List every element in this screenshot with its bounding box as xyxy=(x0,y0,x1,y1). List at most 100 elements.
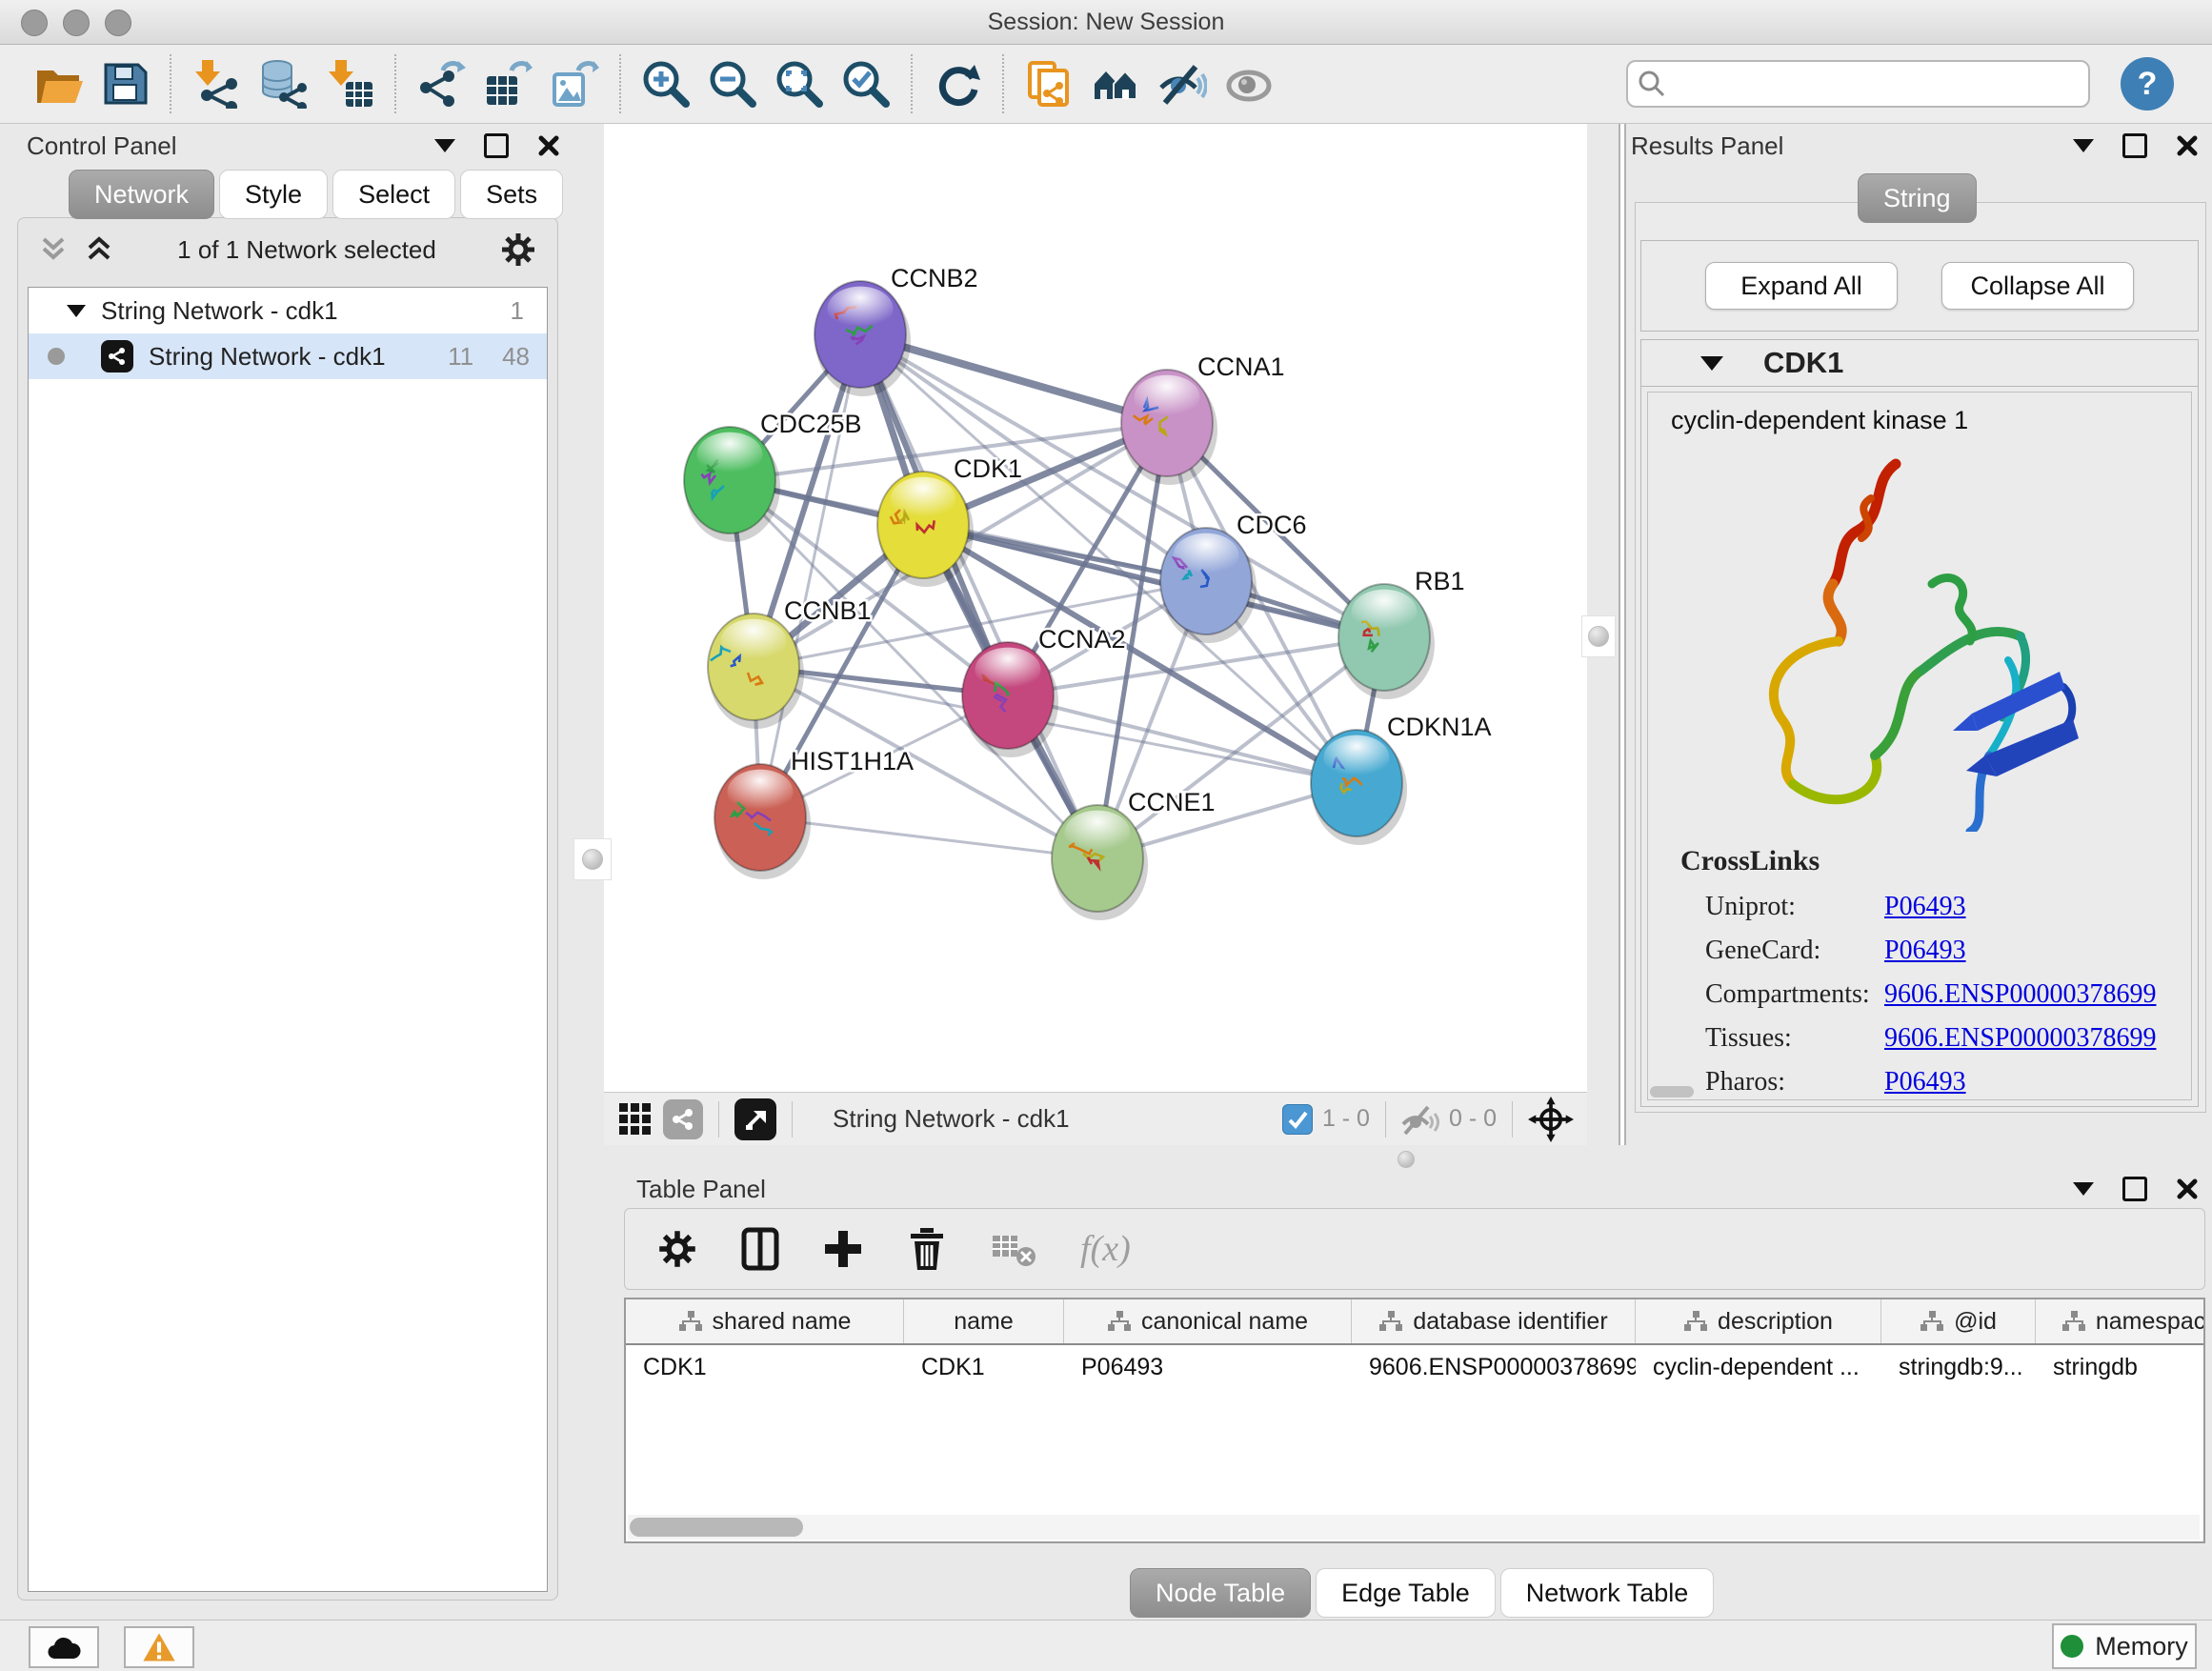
grid-view-icon[interactable] xyxy=(617,1101,654,1137)
panel-close-icon[interactable] xyxy=(2176,134,2199,157)
table-row[interactable]: CDK1CDK1P064939606.ENSP00000378699cyclin… xyxy=(626,1345,2205,1389)
edge-CCNA2-CDKN1A[interactable] xyxy=(1008,695,1357,783)
results-tab-string[interactable]: String xyxy=(1858,173,1981,223)
column-header-name[interactable]: name xyxy=(904,1299,1064,1343)
crosslink-link[interactable]: 9606.ENSP00000378699 xyxy=(1884,1023,2156,1054)
horizontal-splitter-handle[interactable] xyxy=(1387,1149,1425,1170)
column-header--id[interactable]: @id xyxy=(1881,1299,2036,1343)
import-database-icon[interactable] xyxy=(250,50,316,117)
network-canvas[interactable]: CCNB2CCNA1CDC25BCDK1CDC6RB1CCNB1CCNA2CDK… xyxy=(604,124,1587,1092)
table-cell[interactable]: 9606.ENSP00000378699 xyxy=(1352,1345,1636,1389)
zoom-in-icon[interactable] xyxy=(633,50,699,117)
help-icon[interactable]: ? xyxy=(2121,57,2174,111)
tab-style[interactable]: Style xyxy=(219,170,328,219)
export-network-icon[interactable] xyxy=(408,50,474,117)
panel-float-icon[interactable] xyxy=(2122,133,2147,158)
zoom-selected-icon[interactable] xyxy=(833,50,899,117)
node-HIST1H1A[interactable] xyxy=(714,764,811,879)
import-table-icon[interactable] xyxy=(316,50,383,117)
column-header-shared-name[interactable]: shared name xyxy=(626,1299,904,1343)
pan-crosshair-icon[interactable] xyxy=(1528,1097,1574,1142)
node-CDC25B[interactable] xyxy=(684,427,780,542)
results-scrollbar[interactable] xyxy=(1650,1086,1694,1097)
delete-column-icon[interactable] xyxy=(907,1227,947,1271)
node-CCNB1[interactable] xyxy=(708,614,804,729)
show-columns-icon[interactable] xyxy=(741,1227,779,1271)
table-cell[interactable]: stringdb xyxy=(2036,1345,2205,1389)
gene-section-header[interactable]: CDK1 xyxy=(1641,340,2198,387)
edge-CCNB2-HIST1H1A[interactable] xyxy=(760,334,860,817)
edge-CCNB2-CCNE1[interactable] xyxy=(860,334,1097,858)
tab-node-table[interactable]: Node Table xyxy=(1130,1568,1311,1618)
network-row[interactable]: String Network - cdk1 11 48 xyxy=(29,333,547,379)
crosslink-link[interactable]: P06493 xyxy=(1884,892,1966,922)
tab-network[interactable]: Network xyxy=(69,170,214,219)
table-cell[interactable]: cyclin-dependent ... xyxy=(1636,1345,1881,1389)
panel-menu-icon[interactable] xyxy=(434,139,455,152)
refresh-icon[interactable] xyxy=(924,50,991,117)
crosslink-link[interactable]: 9606.ENSP00000378699 xyxy=(1884,979,2156,1010)
hide-selected-icon[interactable] xyxy=(1149,50,1216,117)
network-collection-row[interactable]: String Network - cdk1 1 xyxy=(29,288,547,333)
save-session-icon[interactable] xyxy=(91,50,158,117)
delete-table-icon[interactable] xyxy=(991,1230,1036,1268)
tree-expander-icon[interactable] xyxy=(67,305,86,317)
table-cell[interactable]: P06493 xyxy=(1064,1345,1352,1389)
column-header-description[interactable]: description xyxy=(1636,1299,1881,1343)
section-collapse-icon[interactable] xyxy=(1700,356,1723,371)
tab-sets[interactable]: Sets xyxy=(460,170,563,219)
crosslink-link[interactable]: P06493 xyxy=(1884,1067,1966,1097)
column-header-namespace[interactable]: namespace xyxy=(2036,1299,2205,1343)
show-all-icon[interactable] xyxy=(1216,50,1282,117)
panel-menu-icon[interactable] xyxy=(2073,139,2094,152)
expand-all-icon[interactable] xyxy=(85,235,113,264)
node-CDC6[interactable] xyxy=(1160,528,1257,643)
panel-menu-icon[interactable] xyxy=(2073,1182,2094,1196)
zoom-fit-icon[interactable] xyxy=(766,50,833,117)
table-hscrollbar[interactable] xyxy=(628,1515,2200,1540)
panel-float-icon[interactable] xyxy=(2122,1177,2147,1201)
panel-close-icon[interactable] xyxy=(537,134,560,157)
left-splitter-handle[interactable] xyxy=(573,838,612,880)
clone-network-icon[interactable] xyxy=(1016,50,1082,117)
first-neighbors-icon[interactable] xyxy=(1082,50,1149,117)
hidden-eye-icon[interactable] xyxy=(1401,1103,1439,1136)
collapse-all-button[interactable]: Collapse All xyxy=(1941,262,2134,310)
birds-eye-view-icon[interactable] xyxy=(734,1098,776,1140)
crosslink-link[interactable]: P06493 xyxy=(1884,936,1966,966)
warnings-button[interactable] xyxy=(124,1626,194,1668)
edge-HIST1H1A-CCNE1[interactable] xyxy=(760,817,1097,858)
node-CCNA1[interactable] xyxy=(1121,370,1217,485)
column-header-database-identifier[interactable]: database identifier xyxy=(1352,1299,1636,1343)
memory-button[interactable]: Memory xyxy=(2052,1623,2197,1669)
node-CCNE1[interactable] xyxy=(1052,805,1148,920)
node-CCNA2[interactable] xyxy=(962,642,1058,757)
right-splitter-handle[interactable] xyxy=(1581,615,1616,657)
search-input[interactable] xyxy=(1626,60,2090,108)
tab-select[interactable]: Select xyxy=(332,170,455,219)
gear-icon[interactable] xyxy=(500,232,536,268)
open-folder-icon[interactable] xyxy=(25,50,91,117)
table-cell[interactable]: CDK1 xyxy=(904,1345,1064,1389)
scrollbar-thumb[interactable] xyxy=(630,1518,803,1537)
export-table-icon[interactable] xyxy=(474,50,541,117)
collapse-all-icon[interactable] xyxy=(39,235,68,264)
panel-divider[interactable] xyxy=(1619,124,1626,1145)
table-cell[interactable]: stringdb:9... xyxy=(1881,1345,2036,1389)
node-RB1[interactable] xyxy=(1338,584,1435,699)
table-cell[interactable]: CDK1 xyxy=(626,1345,904,1389)
tab-network-table[interactable]: Network Table xyxy=(1500,1568,1715,1618)
network-share-view-icon[interactable] xyxy=(663,1099,703,1139)
zoom-out-icon[interactable] xyxy=(699,50,766,117)
node-CDKN1A[interactable] xyxy=(1311,730,1407,845)
panel-close-icon[interactable] xyxy=(2176,1178,2199,1200)
function-builder-icon[interactable]: f(x) xyxy=(1080,1228,1131,1270)
table-gear-icon[interactable] xyxy=(657,1229,697,1269)
selected-checkbox[interactable] xyxy=(1282,1104,1313,1135)
node-CCNB2[interactable] xyxy=(814,281,911,396)
export-image-icon[interactable] xyxy=(541,50,608,117)
add-column-icon[interactable] xyxy=(823,1229,863,1269)
node-CDK1[interactable] xyxy=(877,472,974,587)
panel-float-icon[interactable] xyxy=(484,133,509,158)
column-header-canonical-name[interactable]: canonical name xyxy=(1064,1299,1352,1343)
